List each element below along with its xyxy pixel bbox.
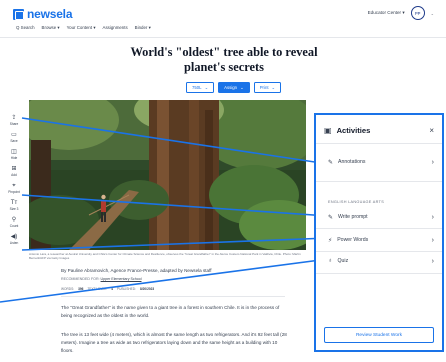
recommended-for: RECOMMENDED FOR: Upper Elementary School bbox=[61, 277, 142, 281]
close-icon[interactable]: × bbox=[429, 126, 434, 135]
user-menu[interactable]: Educator Center ▾ PP ⌄ bbox=[368, 6, 434, 20]
tool-label: Listen bbox=[9, 241, 19, 245]
article-controls: 750L ⌄ Assign ⌄ Print ⌄ bbox=[186, 82, 282, 93]
share-icon: ⇪ bbox=[11, 115, 17, 121]
divider bbox=[316, 143, 442, 144]
nav-binder[interactable]: Binder ▾ bbox=[135, 25, 151, 31]
listen-icon: ◀) bbox=[10, 234, 18, 240]
activities-panel: ▣ Activities × ✎ Annotations › ENGLISH L… bbox=[314, 113, 444, 352]
divider bbox=[316, 181, 442, 182]
article-meta: WORDS: 396 TEXT LEVEL: 4 PUBLISHED: 8/20… bbox=[61, 287, 154, 291]
tool-label: Size 3 bbox=[9, 207, 19, 211]
recommended-for-label: RECOMMENDED FOR: bbox=[61, 277, 100, 281]
tool-label: Pinpoint bbox=[8, 190, 20, 194]
tool-label: Save bbox=[10, 139, 18, 143]
chevron-right-icon: › bbox=[431, 158, 434, 166]
tool-label: Add bbox=[11, 173, 17, 177]
tool-add[interactable]: ⊞ Add bbox=[7, 166, 21, 177]
chevron-right-icon: › bbox=[431, 236, 434, 244]
nav-assignments[interactable]: Assignments bbox=[103, 25, 128, 31]
count-icon: ⚲ bbox=[11, 217, 17, 223]
article-paragraph: The "Great Grandfather" is the name give… bbox=[61, 305, 280, 318]
published-label: PUBLISHED: bbox=[117, 287, 136, 291]
assign-label: Assign bbox=[224, 85, 238, 90]
divider bbox=[316, 228, 442, 229]
logo-mark-icon bbox=[13, 8, 24, 20]
activity-label: Quiz bbox=[337, 258, 349, 264]
avatar[interactable]: PP bbox=[410, 6, 425, 20]
pencil-icon: ✎ bbox=[328, 214, 334, 221]
chevron-down-icon: ⌄ bbox=[430, 10, 434, 16]
tool-label: Count bbox=[9, 224, 19, 228]
text-level-label: TEXT LEVEL: bbox=[87, 287, 108, 291]
logo-text: newsela bbox=[27, 7, 73, 21]
article-paragraph: The tree is 13 feet wide (4 meters), whi… bbox=[61, 332, 287, 353]
divider bbox=[61, 296, 285, 297]
text-size-icon: Tт bbox=[10, 200, 18, 206]
top-bar: newsela Q Search Browse ▾ Your Content ▾… bbox=[0, 0, 446, 38]
forest-photo-graphic bbox=[29, 100, 306, 250]
tool-pinpoint[interactable]: ⌖ Pinpoint bbox=[7, 183, 21, 194]
chevron-down-icon: ⌄ bbox=[204, 84, 209, 90]
activity-write-prompt[interactable]: ✎ Write prompt › bbox=[316, 207, 442, 227]
article-toolbar: ⇪ Share ▭ Save ◫ Hide ⊞ Add ⌖ Pinpoint T… bbox=[7, 115, 21, 251]
tool-listen[interactable]: ◀) Listen bbox=[7, 234, 21, 245]
lightbulb-icon: ♁ bbox=[328, 258, 333, 264]
add-icon: ⊞ bbox=[11, 166, 17, 172]
tool-label: Share bbox=[9, 122, 19, 126]
print-button[interactable]: Print ⌄ bbox=[253, 82, 282, 93]
tool-save[interactable]: ▭ Save bbox=[7, 132, 21, 143]
tool-label: Hide bbox=[10, 156, 18, 160]
tool-hide[interactable]: ◫ Hide bbox=[7, 149, 21, 160]
activities-title: Activities bbox=[336, 125, 371, 135]
activity-annotations[interactable]: ✎ Annotations › bbox=[316, 152, 442, 172]
activities-header: ▣ Activities × bbox=[324, 123, 434, 137]
photo-caption: Antonio Lara, a researcher at Austral Un… bbox=[29, 252, 301, 260]
pinpoint-icon: ⌖ bbox=[12, 183, 16, 189]
activity-label: Annotations bbox=[338, 159, 366, 165]
educator-center-link[interactable]: Educator Center ▾ bbox=[368, 10, 405, 16]
chevron-right-icon: › bbox=[431, 213, 434, 221]
activity-label: Power Words bbox=[337, 237, 369, 243]
activity-label: Write prompt bbox=[338, 214, 368, 220]
nav-your-content[interactable]: Your Content ▾ bbox=[67, 25, 96, 31]
activities-icon: ▣ bbox=[324, 125, 332, 135]
newsela-logo[interactable]: newsela bbox=[13, 7, 73, 21]
words-label: WORDS: bbox=[61, 287, 75, 291]
recommended-for-value[interactable]: Upper Elementary School bbox=[101, 277, 142, 281]
lexile-select[interactable]: 750L ⌄ bbox=[186, 82, 215, 93]
bolt-icon: ⚡ bbox=[328, 237, 333, 244]
assign-button[interactable]: Assign ⌄ bbox=[218, 82, 250, 93]
nav-browse[interactable]: Browse ▾ bbox=[42, 25, 60, 31]
chevron-down-icon: ⌄ bbox=[271, 84, 276, 90]
chevron-right-icon: › bbox=[431, 257, 434, 265]
words-value: 396 bbox=[78, 287, 84, 291]
tool-count[interactable]: ⚲ Count bbox=[7, 217, 21, 228]
save-icon: ▭ bbox=[11, 132, 17, 138]
text-level-value: 4 bbox=[111, 287, 114, 291]
article-photo bbox=[29, 100, 306, 250]
activity-quiz[interactable]: ♁ Quiz › bbox=[316, 251, 442, 271]
review-student-work-button[interactable]: Review Student Work bbox=[324, 327, 434, 343]
nav-search[interactable]: Q Search bbox=[16, 25, 35, 31]
print-label: Print bbox=[259, 85, 269, 90]
lexile-value: 750L bbox=[192, 85, 202, 90]
activity-power-words[interactable]: ⚡ Power Words › bbox=[316, 230, 442, 250]
main-nav: Q Search Browse ▾ Your Content ▾ Assignm… bbox=[16, 25, 151, 31]
hide-icon: ◫ bbox=[11, 149, 17, 155]
article-title: World's "oldest" tree able to reveal pla… bbox=[130, 45, 318, 74]
divider bbox=[316, 273, 442, 274]
chevron-down-icon: ⌄ bbox=[240, 84, 244, 90]
tool-share[interactable]: ⇪ Share bbox=[7, 115, 21, 126]
byline: By Pauline Abramovich, Agence France-Pre… bbox=[61, 268, 212, 273]
published-value: 8/20/2023 bbox=[139, 287, 155, 291]
pencil-icon: ✎ bbox=[328, 159, 334, 166]
tool-text-size[interactable]: Tт Size 3 bbox=[7, 200, 21, 211]
section-label: ENGLISH LANGUAGE ARTS bbox=[328, 200, 385, 204]
